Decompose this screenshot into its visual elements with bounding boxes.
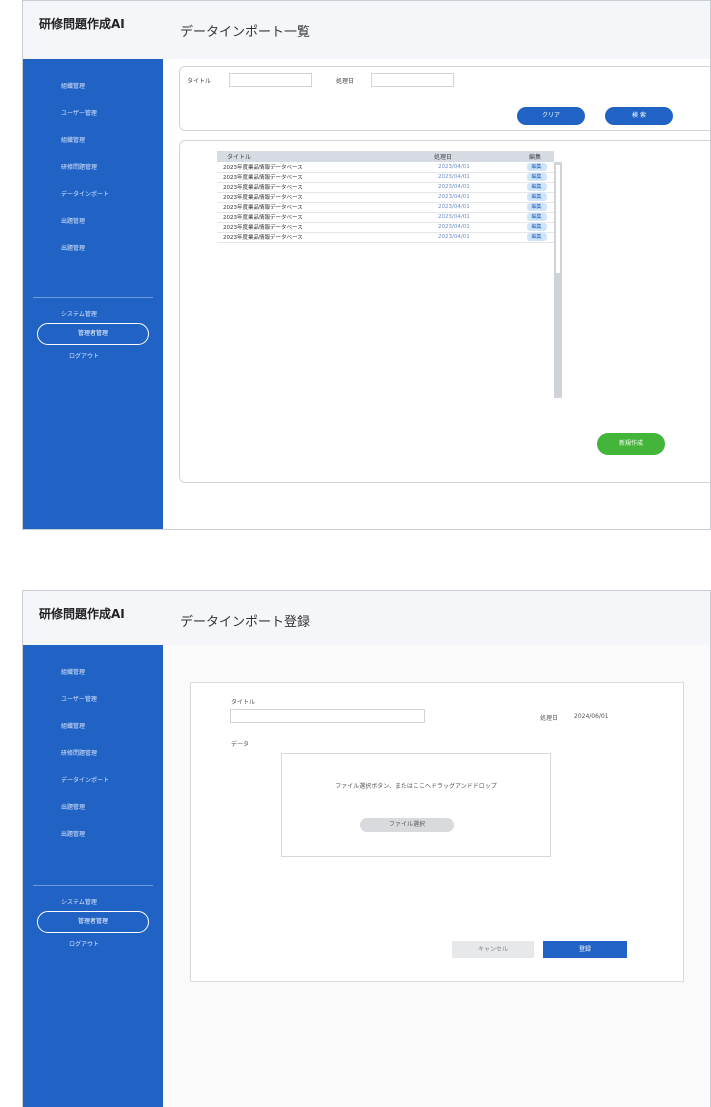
sidebar-item-exam[interactable]: 出題管理 bbox=[23, 216, 163, 243]
sidebar-nav: 組織管理 ユーザー管理 組織管理 研修問題管理 データインポート 出題管理 出題… bbox=[23, 667, 163, 856]
table-row: 2023年度業品情報データベース 2023/04/01 編集 bbox=[217, 162, 554, 173]
edit-button[interactable]: 編集 bbox=[526, 193, 547, 201]
cell-date: 2023/04/01 bbox=[424, 222, 519, 233]
sidebar-divider bbox=[33, 885, 153, 886]
main-content: タイトル 処理日 クリア 検 索 タイトル 処理日 編集 2023年度業品情報デ… bbox=[163, 59, 710, 529]
sidebar-item-questions[interactable]: 研修問題管理 bbox=[23, 748, 163, 775]
cell-date: 2023/04/01 bbox=[424, 162, 519, 173]
sidebar-item-exam-2[interactable]: 出題管理 bbox=[23, 829, 163, 856]
table-row: 2023年度業品情報データベース 2023/04/01 編集 bbox=[217, 182, 554, 193]
cell-title: 2023年度業品情報データベース bbox=[217, 172, 424, 183]
cell-date: 2023/04/01 bbox=[424, 182, 519, 193]
table-row: 2023年度業品情報データベース 2023/04/01 編集 bbox=[217, 222, 554, 233]
table-row: 2023年度業品情報データベース 2023/04/01 編集 bbox=[217, 172, 554, 183]
cell-title: 2023年度業品情報データベース bbox=[217, 202, 424, 213]
title-input[interactable] bbox=[230, 709, 425, 723]
sidebar-item-org-2[interactable]: 組織管理 bbox=[23, 135, 163, 162]
logout-link[interactable]: ログアウト bbox=[23, 351, 163, 360]
sidebar-item-org[interactable]: 組織管理 bbox=[23, 667, 163, 694]
admin-button[interactable]: 管理者管理 bbox=[37, 323, 149, 345]
app-title: 研修問題作成AI bbox=[39, 17, 125, 31]
table-header-row: タイトル 処理日 編集 bbox=[217, 151, 554, 162]
cell-date: 2023/04/01 bbox=[424, 232, 519, 243]
header: 研修問題作成AI データインポート一覧 bbox=[23, 1, 710, 59]
dropzone-text: ファイル選択ボタン、またはここへドラッグアンドドロップ bbox=[335, 783, 497, 790]
cell-date: 2023/04/01 bbox=[424, 172, 519, 183]
table-row: 2023年度業品情報データベース 2023/04/01 編集 bbox=[217, 202, 554, 213]
sidebar-item-questions[interactable]: 研修問題管理 bbox=[23, 162, 163, 189]
cell-title: 2023年度業品情報データベース bbox=[217, 192, 424, 203]
edit-button[interactable]: 編集 bbox=[526, 183, 547, 191]
date-value: 2024/06/01 bbox=[574, 713, 609, 720]
col-header-date: 処理日 bbox=[424, 151, 519, 162]
table-row: 2023年度業品情報データベース 2023/04/01 編集 bbox=[217, 232, 554, 243]
col-header-title: タイトル bbox=[217, 151, 424, 162]
table-row: 2023年度業品情報データベース 2023/04/01 編集 bbox=[217, 212, 554, 223]
cell-title: 2023年度業品情報データベース bbox=[217, 212, 424, 223]
sidebar-item-users[interactable]: ユーザー管理 bbox=[23, 694, 163, 721]
edit-button[interactable]: 編集 bbox=[526, 203, 547, 211]
search-button[interactable]: 検 索 bbox=[605, 107, 673, 125]
sidebar: 組織管理 ユーザー管理 組織管理 研修問題管理 データインポート 出題管理 出題… bbox=[23, 645, 163, 1107]
import-table: タイトル 処理日 編集 2023年度業品情報データベース 2023/04/01 … bbox=[217, 151, 554, 243]
file-select-button[interactable]: ファイル選択 bbox=[360, 818, 454, 832]
cell-title: 2023年度業品情報データベース bbox=[217, 162, 424, 173]
table-row: 2023年度業品情報データベース 2023/04/01 編集 bbox=[217, 192, 554, 203]
sidebar-item-org[interactable]: 組織管理 bbox=[23, 81, 163, 108]
page-title: データインポート登録 bbox=[180, 615, 311, 630]
sidebar-divider bbox=[33, 297, 153, 298]
col-header-edit: 編集 bbox=[519, 151, 554, 162]
admin-button[interactable]: 管理者管理 bbox=[37, 911, 149, 933]
cancel-button[interactable]: キャンセル bbox=[452, 941, 534, 958]
data-label: データ bbox=[231, 741, 250, 748]
sidebar-item-exam-2[interactable]: 出題管理 bbox=[23, 243, 163, 270]
system-label: システム管理 bbox=[61, 311, 97, 318]
edit-button[interactable]: 編集 bbox=[526, 213, 547, 221]
sidebar-item-data-import[interactable]: データインポート bbox=[23, 189, 163, 216]
title-filter-label: タイトル bbox=[187, 78, 212, 85]
results-panel: タイトル 処理日 編集 2023年度業品情報データベース 2023/04/01 … bbox=[179, 140, 710, 483]
submit-button[interactable]: 登録 bbox=[543, 941, 627, 958]
date-filter-label: 処理日 bbox=[336, 78, 355, 85]
table-scrollbar[interactable] bbox=[554, 162, 562, 398]
cell-title: 2023年度業品情報データベース bbox=[217, 222, 424, 233]
import-list-screen: 研修問題作成AI データインポート一覧 組織管理 ユーザー管理 組織管理 研修問… bbox=[22, 0, 711, 530]
main-content: タイトル 処理日 2024/06/01 データ ファイル選択ボタン、またはここへ… bbox=[163, 645, 710, 1107]
new-button[interactable]: 新規作成 bbox=[597, 433, 665, 455]
date-filter-input[interactable] bbox=[371, 73, 454, 87]
title-label: タイトル bbox=[231, 699, 256, 706]
import-register-screen: 研修問題作成AI データインポート登録 組織管理 ユーザー管理 組織管理 研修問… bbox=[22, 590, 711, 1107]
file-dropzone[interactable]: ファイル選択ボタン、またはここへドラッグアンドドロップ ファイル選択 bbox=[281, 753, 551, 857]
clear-button[interactable]: クリア bbox=[517, 107, 585, 125]
sidebar-nav: 組織管理 ユーザー管理 組織管理 研修問題管理 データインポート 出題管理 出題… bbox=[23, 81, 163, 270]
sidebar-item-org-2[interactable]: 組織管理 bbox=[23, 721, 163, 748]
header: 研修問題作成AI データインポート登録 bbox=[23, 591, 710, 645]
sidebar: 組織管理 ユーザー管理 組織管理 研修問題管理 データインポート 出題管理 出題… bbox=[23, 59, 163, 529]
edit-button[interactable]: 編集 bbox=[526, 173, 547, 181]
title-filter-input[interactable] bbox=[229, 73, 312, 87]
cell-title: 2023年度業品情報データベース bbox=[217, 182, 424, 193]
page-title: データインポート一覧 bbox=[180, 25, 311, 40]
app-title: 研修問題作成AI bbox=[39, 607, 125, 621]
search-panel: タイトル 処理日 クリア 検 索 bbox=[179, 66, 710, 131]
system-section: システム管理 管理者管理 ログアウト bbox=[23, 309, 163, 360]
scrollbar-thumb[interactable] bbox=[556, 165, 560, 273]
edit-button[interactable]: 編集 bbox=[526, 223, 547, 231]
cell-date: 2023/04/01 bbox=[424, 202, 519, 213]
system-label: システム管理 bbox=[61, 899, 97, 906]
cell-title: 2023年度業品情報データベース bbox=[217, 232, 424, 243]
logout-link[interactable]: ログアウト bbox=[23, 939, 163, 948]
edit-button[interactable]: 編集 bbox=[526, 162, 547, 171]
cell-date: 2023/04/01 bbox=[424, 192, 519, 203]
sidebar-item-data-import[interactable]: データインポート bbox=[23, 775, 163, 802]
system-section: システム管理 管理者管理 ログアウト bbox=[23, 897, 163, 948]
sidebar-item-users[interactable]: ユーザー管理 bbox=[23, 108, 163, 135]
edit-button[interactable]: 編集 bbox=[526, 233, 547, 241]
sidebar-item-exam[interactable]: 出題管理 bbox=[23, 802, 163, 829]
date-label: 処理日 bbox=[540, 715, 559, 722]
register-form: タイトル 処理日 2024/06/01 データ ファイル選択ボタン、またはここへ… bbox=[190, 682, 684, 982]
cell-date: 2023/04/01 bbox=[424, 212, 519, 223]
